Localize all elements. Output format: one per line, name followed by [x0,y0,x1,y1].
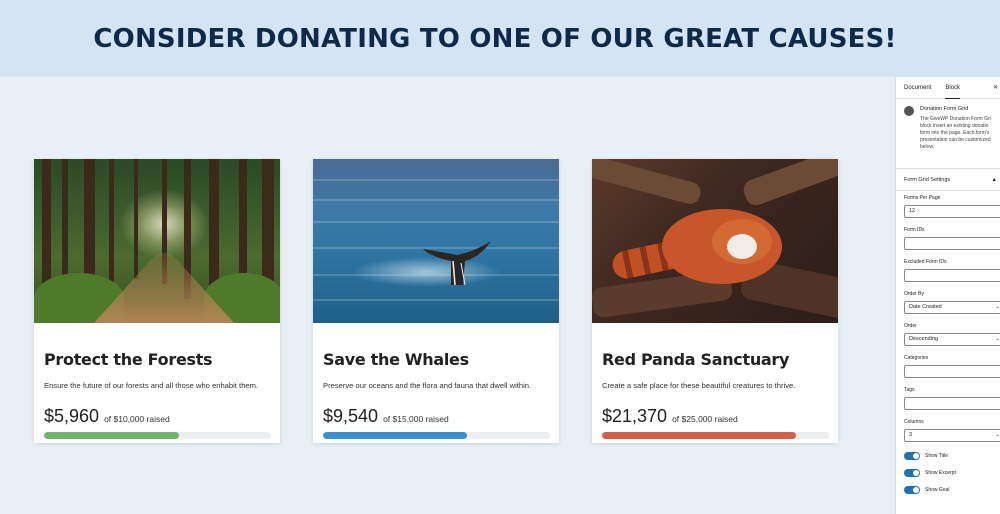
card-excerpt: Preserve our oceans and the flora and fa… [323,381,532,390]
block-description-line: block insert an existing donatio [920,123,989,129]
chevron-down-icon: ⌄ [995,304,1000,310]
card-goal: $9,540 of $15,000 raised [323,406,549,427]
categories-field: Categories [896,355,1000,378]
goal-text: of $10,000 raised [104,414,170,424]
chevron-up-icon: ▲ [991,177,997,183]
block-card: Donation Form Grid The GiveWP Donation F… [896,99,1000,169]
progress-fill [44,432,180,439]
forms-per-page-field: Forms Per Page 12 [896,195,1000,218]
progress-fill [602,432,797,439]
progress-fill [323,432,468,439]
donation-form-card[interactable]: Red Panda Sanctuary Create a safe place … [592,159,838,443]
page-banner: CONSIDER DONATING TO ONE OF OUR GREAT CA… [0,0,1000,77]
show-title-toggle-row: Show Title [896,452,1000,460]
block-description-line: presentation can be customized [920,137,991,143]
amount-raised: $9,540 [323,406,379,426]
tab-document[interactable]: Document [904,77,931,99]
banner-heading: CONSIDER DONATING TO ONE OF OUR GREAT CA… [93,23,897,54]
card-title: Red Panda Sanctuary [602,350,790,369]
sidebar-tabs: Document Block ✕ [896,77,1000,99]
block-description-line: The GiveWP Donation Form Gri [920,116,991,122]
form-ids-field: Form IDs [896,227,1000,250]
card-goal: $21,370 of $25,000 raised [602,406,828,427]
amount-raised: $5,960 [44,406,100,426]
panel-title: Form Grid Settings [904,177,951,183]
forest-image [34,159,280,323]
card-excerpt: Ensure the future of our forests and all… [44,381,259,390]
chevron-down-icon: ⌄ [995,336,1000,342]
show-title-toggle[interactable] [904,452,920,460]
show-goal-toggle-row: Show Goal [896,486,1000,494]
block-description-line: below. [920,144,935,150]
card-goal: $5,960 of $10,000 raised [44,406,270,427]
forms-per-page-input[interactable]: 12 [904,205,1000,218]
block-icon [904,106,914,116]
card-excerpt: Create a safe place for these beautiful … [602,381,796,390]
form-ids-input[interactable] [904,237,1000,250]
red-panda-image [592,159,838,323]
progress-bar [602,432,829,439]
order-by-field: Order By Date Created ⌄ [896,291,1000,314]
donation-form-card[interactable]: Save the Whales Preserve our oceans and … [313,159,559,443]
block-description-line: form into the page. Each form's [920,130,990,136]
columns-field: Columns 3 ⌄ [896,419,1000,442]
show-goal-toggle[interactable] [904,486,920,494]
progress-bar [44,432,271,439]
goal-text: of $25,000 raised [672,414,738,424]
card-title: Save the Whales [323,350,469,369]
panel-form-grid-settings[interactable]: Form Grid Settings ▲ [896,169,1000,191]
card-title: Protect the Forests [44,350,213,369]
show-excerpt-toggle-row: Show Excerpt [896,469,1000,477]
block-settings-sidebar: Document Block ✕ Donation Form Grid The … [895,77,1000,514]
excluded-form-ids-input[interactable] [904,269,1000,282]
columns-select[interactable]: 3 ⌄ [904,429,1000,442]
donation-form-card[interactable]: Protect the Forests Ensure the future of… [34,159,280,443]
order-field: Order Descending ⌄ [896,323,1000,346]
order-select[interactable]: Descending ⌄ [904,333,1000,346]
tab-block[interactable]: Block [945,77,961,99]
amount-raised: $21,370 [602,406,668,426]
tags-field: Tags [896,387,1000,410]
show-excerpt-toggle[interactable] [904,469,920,477]
excluded-form-ids-field: Excluded Form IDs [896,259,1000,282]
order-by-select[interactable]: Date Created ⌄ [904,301,1000,314]
chevron-down-icon: ⌄ [995,432,1000,438]
editor-canvas: Protect the Forests Ensure the future of… [0,77,895,514]
close-icon[interactable]: ✕ [993,84,998,91]
tags-input[interactable] [904,397,1000,410]
categories-input[interactable] [904,365,1000,378]
block-title: Donation Form Grid [920,106,969,112]
progress-bar [323,432,550,439]
whale-tail-image [313,159,559,323]
goal-text: of $15,000 raised [383,414,449,424]
